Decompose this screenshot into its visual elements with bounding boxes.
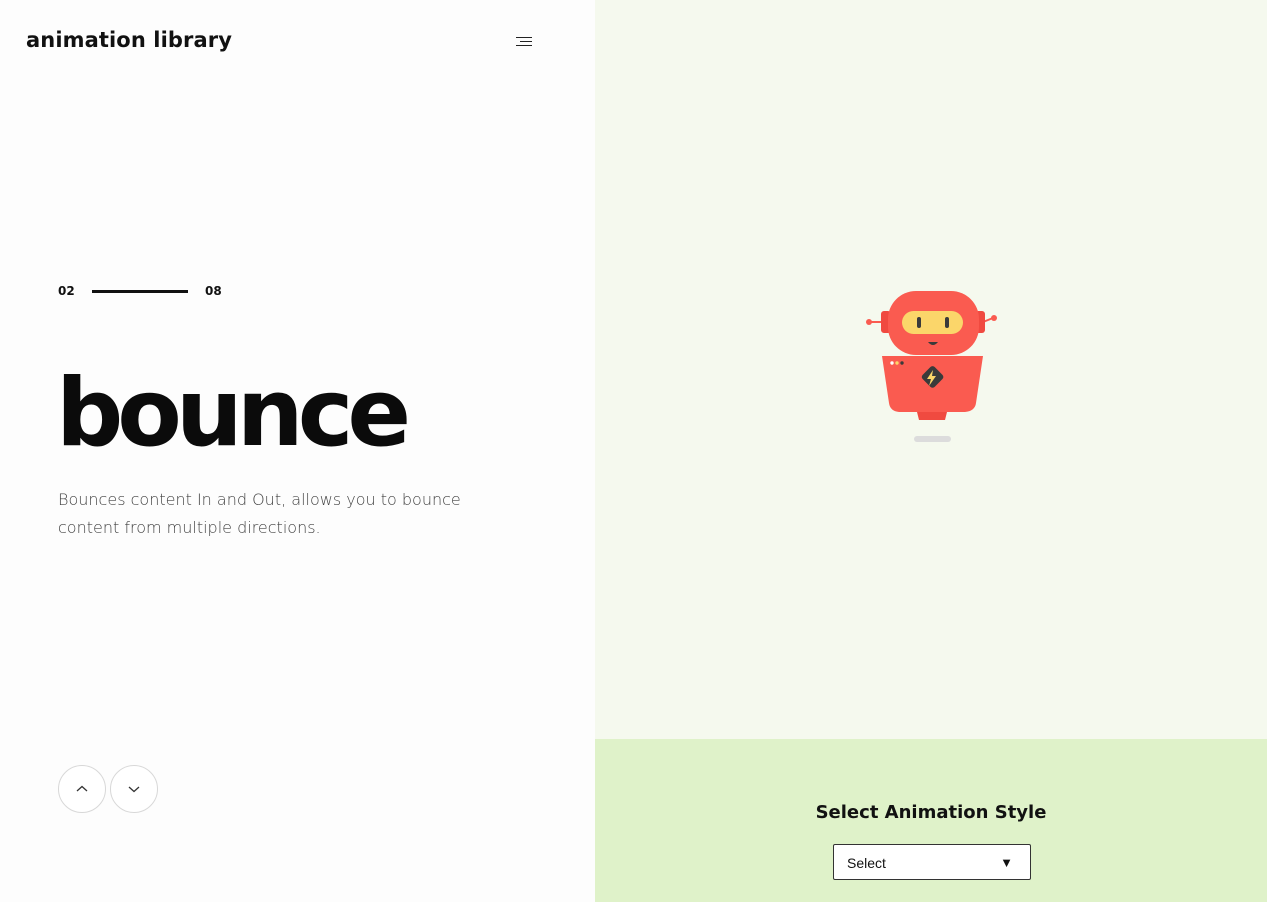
animation-title: bounce [56, 359, 411, 468]
slide-counter: 02 08 [58, 284, 238, 300]
robot-illustration [866, 291, 997, 442]
next-slide-button[interactable] [110, 765, 158, 813]
left-pane: animation library 02 08 bounce Bounces c… [0, 0, 595, 902]
chevron-down-icon [128, 786, 140, 793]
brand-logo[interactable]: animation library [26, 28, 232, 52]
animation-control-panel: Select Animation Style Select ▼ [595, 739, 1267, 902]
chevron-up-icon [76, 785, 88, 792]
slide-total-number: 08 [205, 284, 222, 298]
animation-style-select[interactable]: Select ▼ [833, 844, 1031, 880]
select-value: Select [847, 855, 886, 871]
dropdown-arrow-icon: ▼ [1000, 855, 1013, 870]
select-animation-style-label: Select Animation Style [815, 802, 1047, 823]
animation-preview-stage [595, 0, 1267, 739]
previous-slide-button[interactable] [58, 765, 106, 813]
slide-current-number: 02 [58, 284, 75, 298]
animation-description: Bounces content In and Out, allows you t… [58, 490, 461, 537]
hamburger-menu-icon[interactable] [512, 32, 536, 52]
slide-progress-line [92, 290, 188, 293]
